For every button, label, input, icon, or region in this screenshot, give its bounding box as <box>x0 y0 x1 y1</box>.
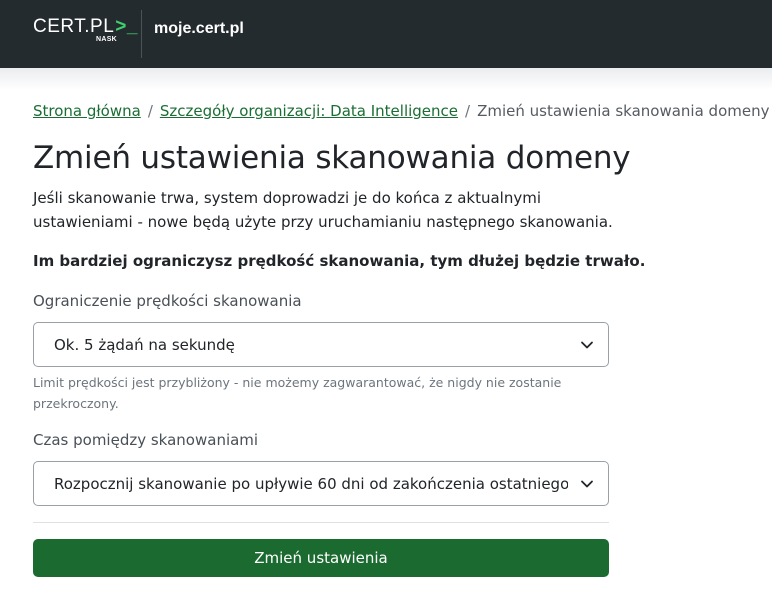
chevron-down-icon <box>581 341 593 349</box>
breadcrumb-org-link[interactable]: Szczegóły organizacji: Data Intelligence <box>160 102 458 120</box>
header-divider <box>141 10 142 58</box>
breadcrumb: Strona główna / Szczegóły organizacji: Dat… <box>33 102 769 120</box>
site-name-link[interactable]: moje.cert.pl <box>154 20 244 38</box>
logo-cursor-icon: >_ <box>115 16 138 37</box>
logo-text: CERT.PL <box>33 16 115 37</box>
page-title: Zmień ustawienia skanowania domeny <box>33 140 631 176</box>
rate-limit-selected-value: Ok. 5 żądań na sekundę <box>54 335 235 354</box>
rate-limit-help-text: Limit prędkości jest przybliżony - nie m… <box>33 375 562 411</box>
warning-text: Im bardziej ograniczysz prędkość skanowa… <box>33 252 646 270</box>
chevron-down-icon <box>581 480 593 488</box>
breadcrumb-home-link[interactable]: Strona główna <box>33 102 141 120</box>
rate-limit-select[interactable]: Ok. 5 żądań na sekundę <box>33 322 609 367</box>
logo-sub-text: NASK <box>96 36 118 43</box>
breadcrumb-current: Zmień ustawienia skanowania domeny <box>477 102 770 120</box>
breadcrumb-separator: / <box>465 102 471 120</box>
main-content: Strona główna / Szczegóły organizacji: Dat… <box>0 68 772 599</box>
scan-interval-label: Czas pomiędzy skanowaniami <box>33 431 259 449</box>
scan-interval-selected-value: Rozpocznij skanowanie po upływie 60 dni … <box>54 474 568 493</box>
rate-limit-label: Ograniczenie prędkości skanowania <box>33 292 302 310</box>
info-text: Jeśli skanowanie trwa, system doprowadzi… <box>33 189 613 231</box>
cert-pl-logo[interactable]: CERT.PL >_ NASK <box>33 14 137 48</box>
top-navbar: CERT.PL >_ NASK moje.cert.pl <box>0 0 772 68</box>
logo-wordmark: CERT.PL >_ <box>33 16 138 38</box>
submit-button[interactable]: Zmień ustawienia <box>33 539 609 577</box>
form-divider <box>33 522 609 523</box>
breadcrumb-separator: / <box>147 102 153 120</box>
scan-interval-select[interactable]: Rozpocznij skanowanie po upływie 60 dni … <box>33 461 609 506</box>
